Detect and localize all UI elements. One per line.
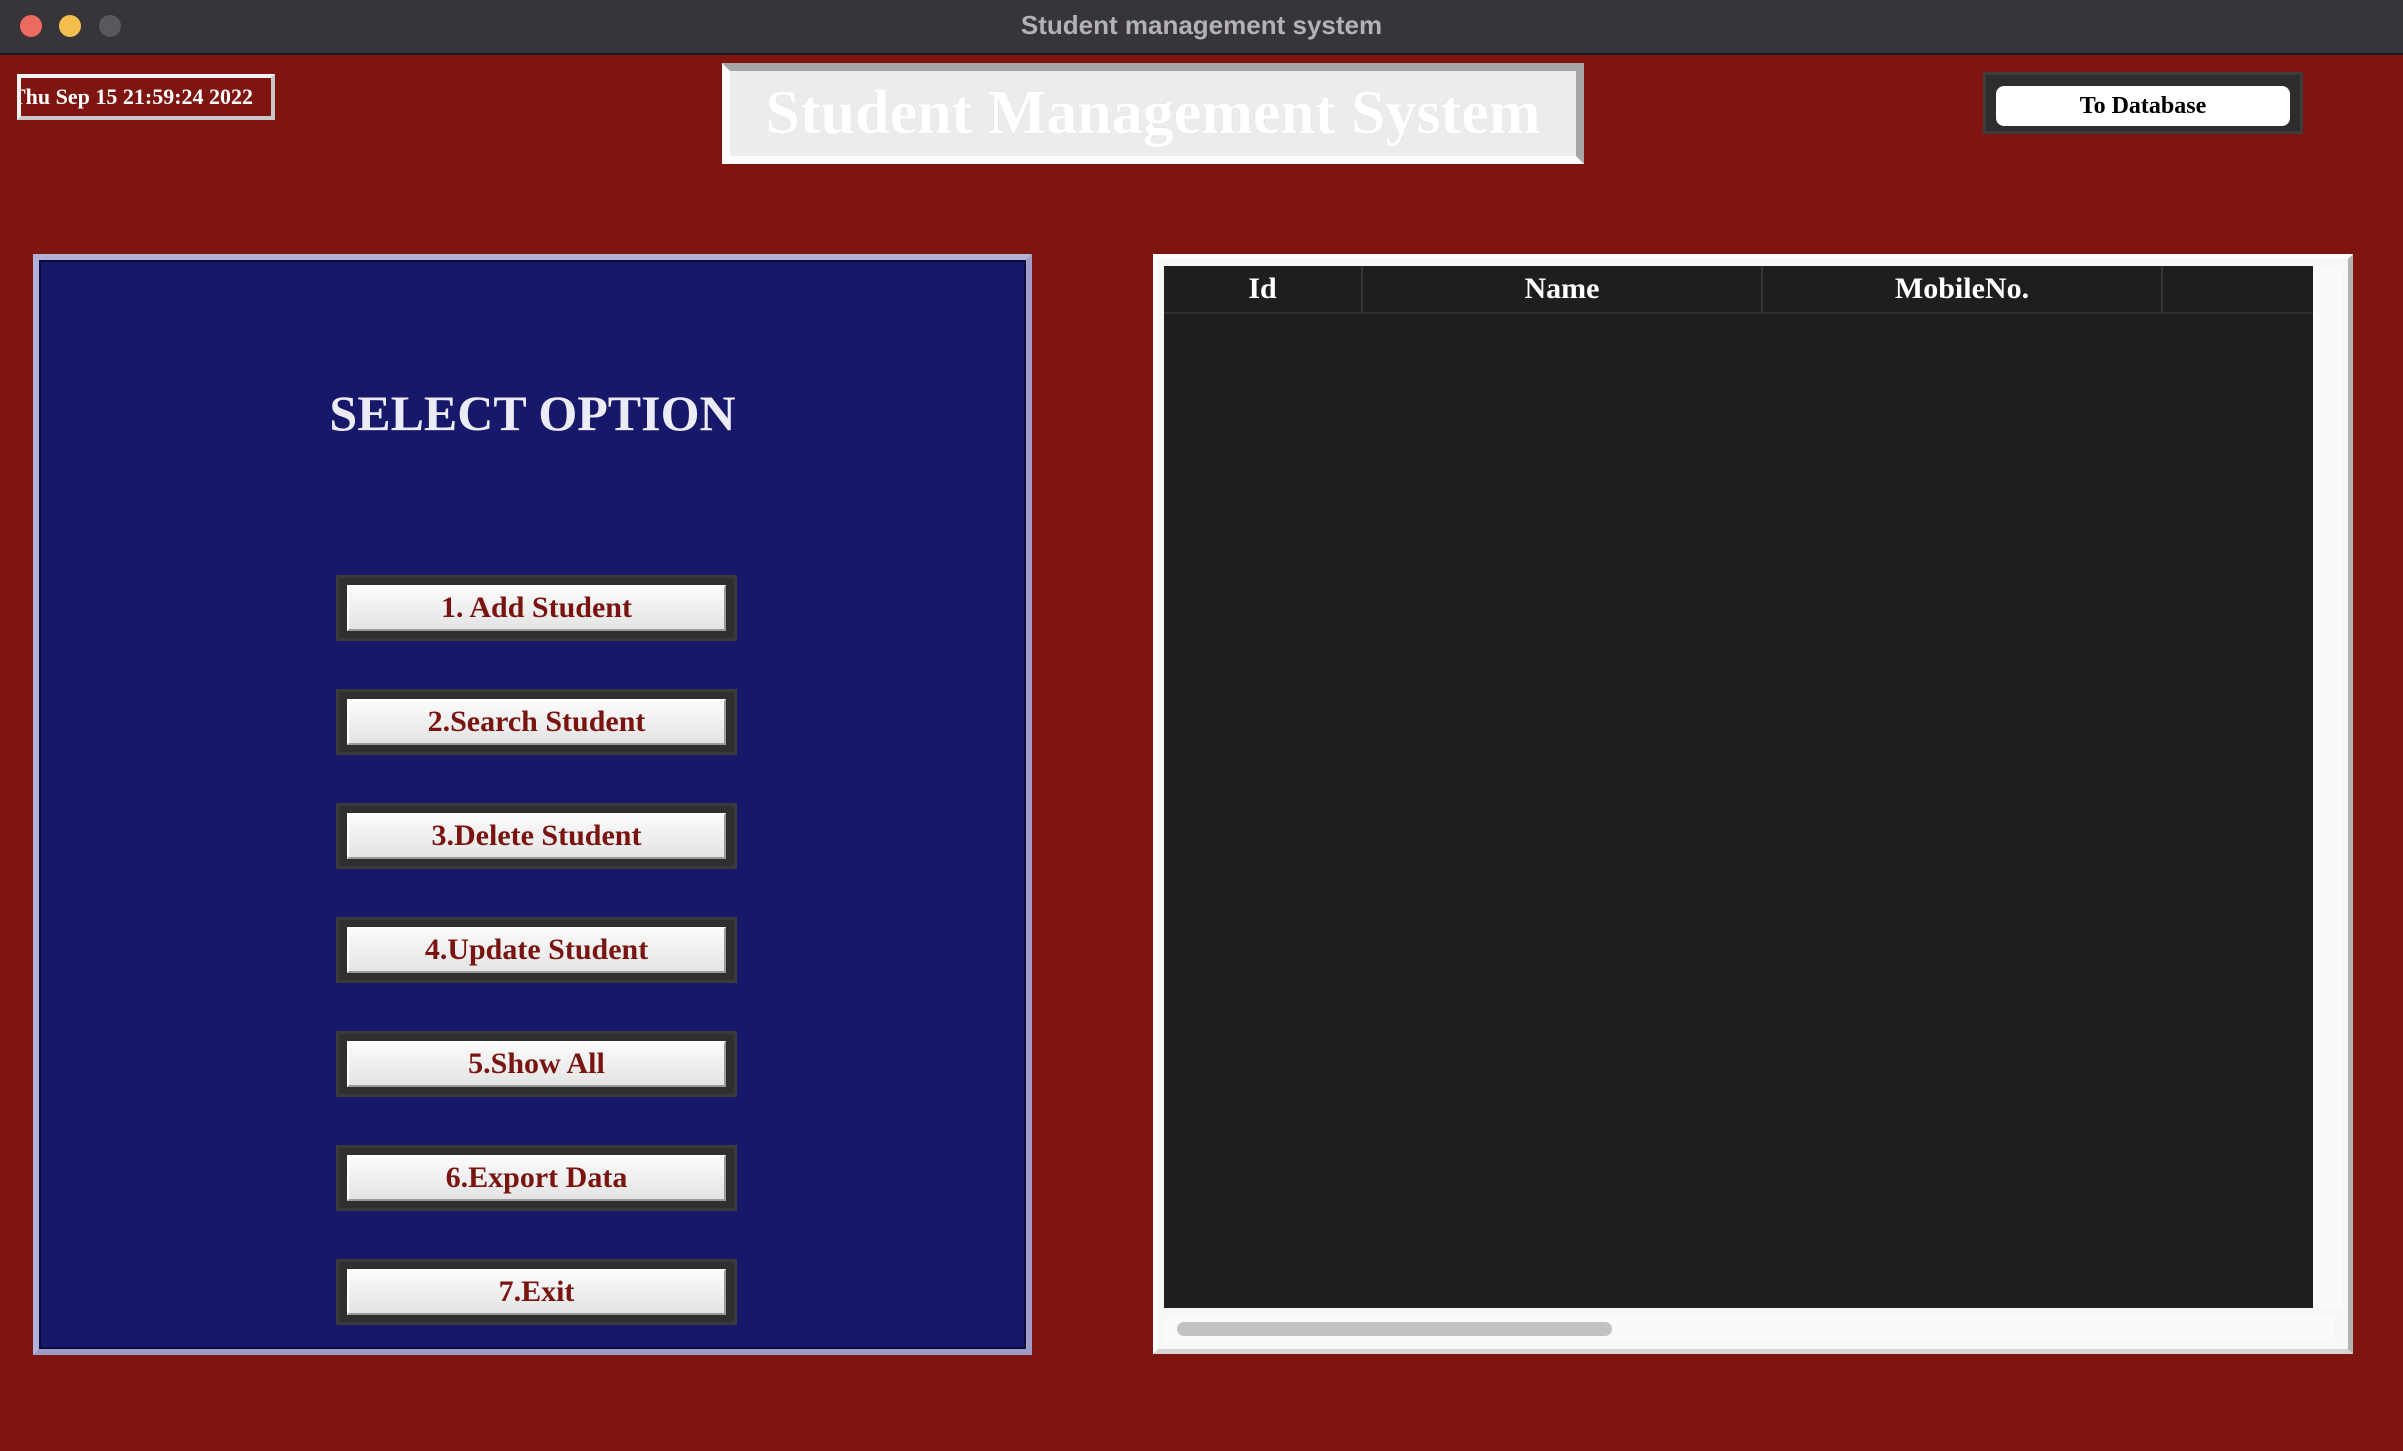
update-student-button[interactable]: 4.Update Student — [347, 927, 726, 973]
to-database-container: To Database — [1983, 72, 2303, 134]
vertical-scrollbar[interactable] — [2313, 266, 2342, 1308]
select-option-heading: SELECT OPTION — [329, 385, 736, 441]
search-student-container: 2.Search Student — [336, 689, 737, 755]
exit-container: 7.Exit — [336, 1259, 737, 1325]
horizontal-scrollbar[interactable] — [1164, 1316, 2334, 1342]
banner-title: Student Management System — [765, 79, 1541, 147]
add-student-button[interactable]: 1. Add Student — [347, 585, 726, 631]
options-panel: SELECT OPTION 1. Add Student 2.Search St… — [33, 254, 1032, 1355]
horizontal-scroll-thumb[interactable] — [1177, 1322, 1612, 1336]
datetime-display: Thu Sep 15 21:59:24 2022 — [17, 74, 275, 120]
window-title-bar: Student management system — [0, 0, 2403, 55]
delete-student-container: 3.Delete Student — [336, 803, 737, 869]
exit-button[interactable]: 7.Exit — [347, 1269, 726, 1315]
add-student-container: 1. Add Student — [336, 575, 737, 641]
export-data-container: 6.Export Data — [336, 1145, 737, 1211]
show-all-container: 5.Show All — [336, 1031, 737, 1097]
delete-student-button[interactable]: 3.Delete Student — [347, 813, 726, 859]
table-header: Id Name MobileNo. — [1164, 266, 2313, 314]
student-table-panel: Id Name MobileNo. — [1153, 254, 2353, 1354]
to-database-button[interactable]: To Database — [1996, 86, 2290, 126]
column-header-extra[interactable] — [2163, 266, 2313, 312]
update-student-container: 4.Update Student — [336, 917, 737, 983]
window-title: Student management system — [1020, 10, 1383, 40]
search-student-button[interactable]: 2.Search Student — [347, 699, 726, 745]
app-banner: Student Management System — [722, 63, 1584, 164]
student-table[interactable]: Id Name MobileNo. — [1164, 266, 2313, 1308]
export-data-button[interactable]: 6.Export Data — [347, 1155, 726, 1201]
column-header-mobile[interactable]: MobileNo. — [1763, 266, 2163, 312]
show-all-button[interactable]: 5.Show All — [347, 1041, 726, 1087]
column-header-id[interactable]: Id — [1164, 266, 1363, 312]
column-header-name[interactable]: Name — [1363, 266, 1763, 312]
